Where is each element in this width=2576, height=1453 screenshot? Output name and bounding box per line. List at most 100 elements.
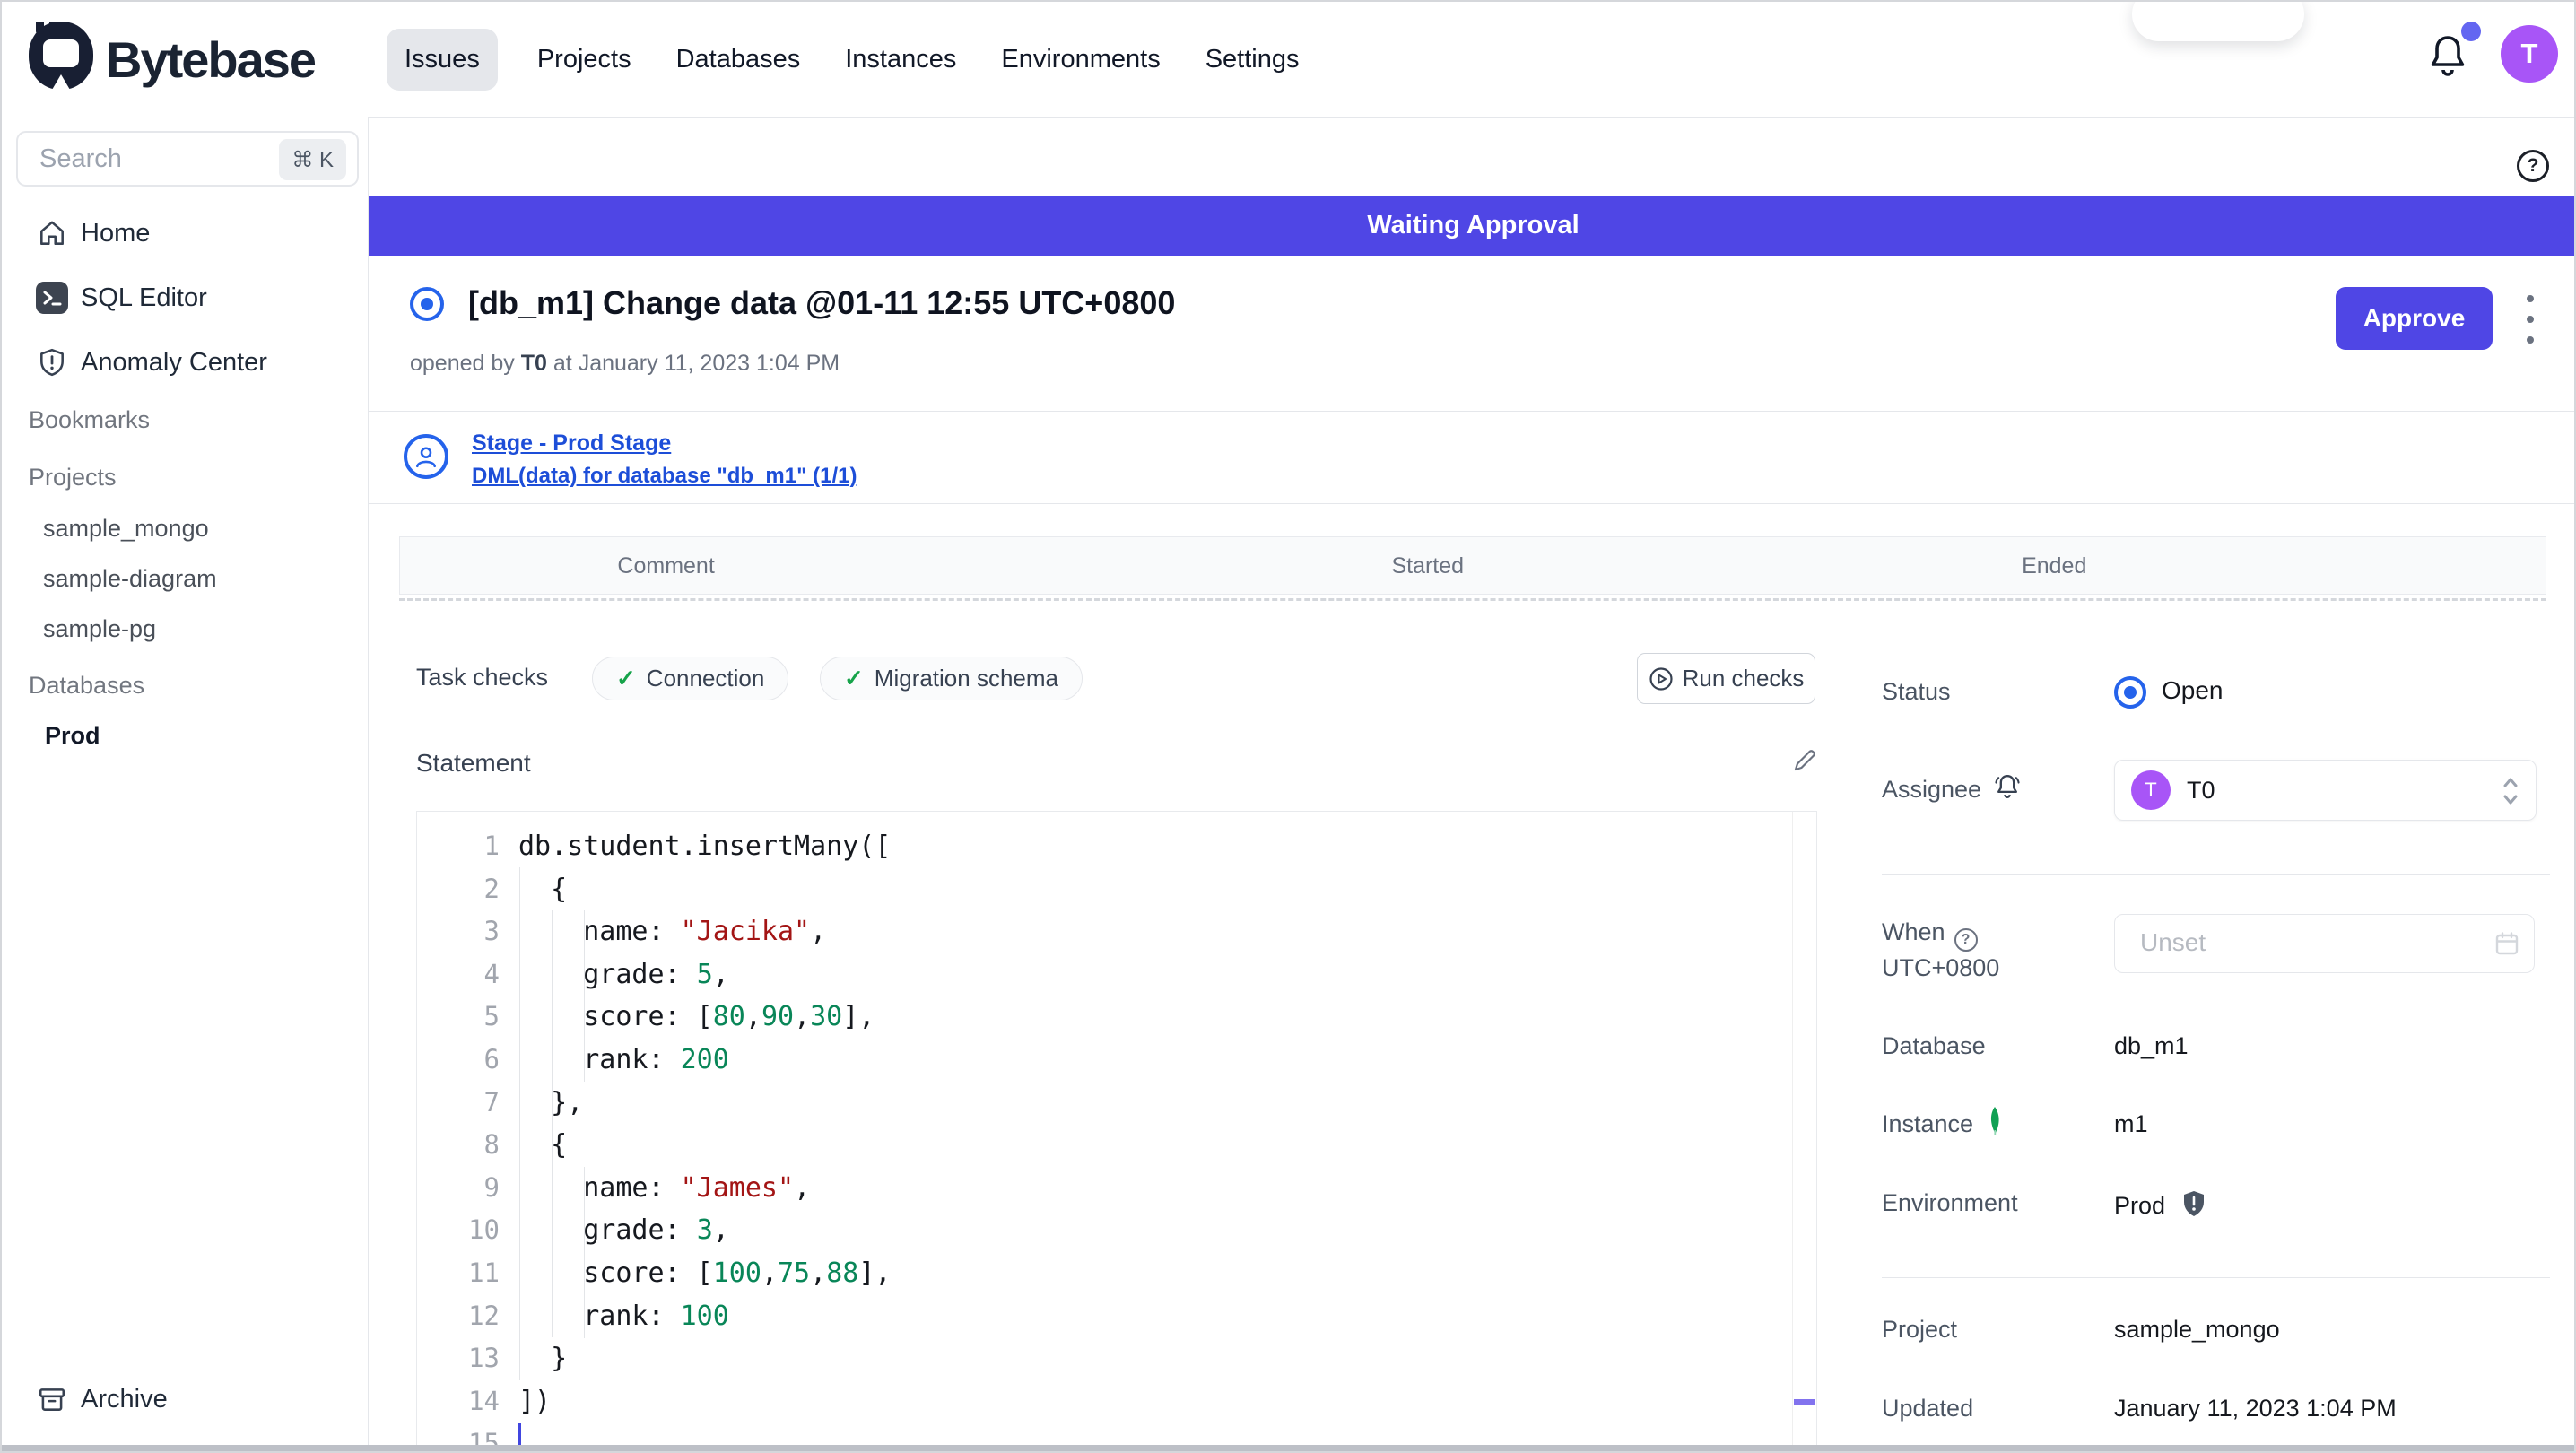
task-link[interactable]: DML(data) for database "db_m1" (1/1) xyxy=(472,464,857,489)
nav-tab-databases[interactable]: Databases xyxy=(671,45,806,74)
code-line: } xyxy=(518,1343,568,1375)
sidebar-item-home[interactable]: Home xyxy=(2,208,368,258)
play-circle-icon xyxy=(1649,666,1673,691)
task-detail-section: Task checks ✓ Connection ✓ Migration sch… xyxy=(369,631,1849,1451)
sidebar-section-bookmarks: Bookmarks xyxy=(29,406,151,433)
sidebar-project-sample-diagram[interactable]: sample-diagram xyxy=(43,565,217,593)
bytebase-logo-icon[interactable] xyxy=(29,22,93,90)
check-pill-connection[interactable]: ✓ Connection xyxy=(592,657,789,700)
database-label: Database xyxy=(1882,1032,1986,1059)
project-value[interactable]: sample_mongo xyxy=(2114,1316,2280,1344)
when-datetime-field[interactable] xyxy=(2114,914,2535,973)
sidebar-item-sql-editor[interactable]: SQL Editor xyxy=(2,273,368,323)
stage-person-icon xyxy=(404,434,448,479)
code-line: }, xyxy=(518,1086,584,1118)
line-number: 10 xyxy=(468,1214,500,1246)
search-input[interactable] xyxy=(39,144,282,174)
updated-value: January 11, 2023 1:04 PM xyxy=(2114,1395,2397,1422)
help-icon[interactable]: ? xyxy=(2517,150,2549,182)
line-number: 6 xyxy=(483,1043,500,1075)
protected-shield-icon xyxy=(2181,1189,2206,1224)
issue-author: T0 xyxy=(520,351,547,376)
nav-tab-projects[interactable]: Projects xyxy=(532,45,637,74)
sql-editor-icon xyxy=(36,282,68,314)
code-line: { xyxy=(518,1129,568,1162)
assignee-avatar: T xyxy=(2131,770,2171,810)
code-line: rank: 100 xyxy=(518,1300,729,1332)
code-line: ]) xyxy=(518,1385,552,1417)
assignee-select[interactable]: T T0 xyxy=(2114,760,2537,821)
cursor-position-mark xyxy=(1794,1399,1815,1405)
app-header: Bytebase Issues Projects Databases Insta… xyxy=(2,2,2574,117)
code-line: name: "James", xyxy=(518,1171,811,1204)
mongodb-leaf-icon xyxy=(1986,1105,2004,1142)
statement-editor[interactable]: 1 2 3 4 5 6 7 8 9 10 11 12 13 14 15 db.student.insertM… xyxy=(416,811,1817,1451)
assignee-value: T0 xyxy=(2187,776,2215,804)
indent-guide xyxy=(552,910,553,1337)
sidebar-database-prod[interactable]: Prod xyxy=(45,722,100,750)
code-line: grade: 3, xyxy=(518,1214,729,1247)
status-open-icon xyxy=(2114,676,2146,709)
issue-title: [db_m1] Change data @01-11 12:55 UTC+080… xyxy=(468,284,1176,321)
instance-value[interactable]: m1 xyxy=(2114,1110,2148,1138)
kebab-menu-icon[interactable] xyxy=(2521,295,2539,344)
database-value[interactable]: db_m1 xyxy=(2114,1032,2189,1060)
check-pill-migration-schema[interactable]: ✓ Migration schema xyxy=(820,657,1083,700)
indent-guide xyxy=(519,867,520,1380)
code-line: db.student.insertMany([ xyxy=(518,831,892,862)
status-banner: Waiting Approval xyxy=(369,196,2574,256)
issue-subtitle: opened by T0 at January 11, 2023 1:04 PM xyxy=(410,351,840,376)
environment-label: Environment xyxy=(1882,1189,2018,1216)
anomaly-shield-icon xyxy=(36,346,68,378)
check-success-icon: ✓ xyxy=(844,665,864,692)
issue-sidebar-panel: Status Open Assignee T T0 When? UTC+0800 xyxy=(1849,631,2574,1451)
editor-code: db.student.insertMany([ { name: "Jacika"… xyxy=(518,825,892,1451)
table-empty-dashed-border xyxy=(399,598,2546,601)
chevron-up-down-icon xyxy=(2500,773,2521,814)
code-line: score: [100,75,88], xyxy=(518,1257,892,1289)
run-checks-button[interactable]: Run checks xyxy=(1637,653,1815,704)
sidebar-item-archive[interactable]: Archive xyxy=(2,1374,368,1424)
search-shortcut-badge: ⌘ K xyxy=(279,139,346,180)
notification-bell-icon[interactable] xyxy=(2426,22,2481,86)
editor-overview-ruler[interactable] xyxy=(1792,812,1816,1451)
editor-gutter: 1 2 3 4 5 6 7 8 9 10 11 12 13 14 15 xyxy=(417,825,500,1451)
column-started: Started xyxy=(1391,553,1465,579)
brand-wordmark[interactable]: Bytebase xyxy=(106,30,317,89)
indent-guide xyxy=(584,910,585,1082)
sidebar: ⌘ K Home SQL Editor Anomaly Center Bookm… xyxy=(2,117,369,1451)
code-line: { xyxy=(518,873,568,905)
statement-label: Statement xyxy=(416,749,531,777)
divider xyxy=(369,503,2574,504)
assignee-label: Assignee xyxy=(1882,776,1982,803)
nav-tab-instances[interactable]: Instances xyxy=(840,45,962,74)
stage-link[interactable]: Stage - Prod Stage xyxy=(472,431,671,457)
divider xyxy=(369,411,2574,412)
when-help-icon[interactable]: ? xyxy=(1954,928,1978,952)
sidebar-project-sample-pg[interactable]: sample-pg xyxy=(43,615,156,643)
line-number: 4 xyxy=(483,958,500,989)
line-number: 11 xyxy=(468,1257,500,1288)
ghost-highlight-pill xyxy=(2132,2,2304,41)
instance-label: Instance xyxy=(1882,1110,1974,1137)
environment-value[interactable]: Prod xyxy=(2114,1189,2206,1224)
approve-button[interactable]: Approve xyxy=(2336,287,2493,350)
nav-tab-settings[interactable]: Settings xyxy=(1200,45,1305,74)
sidebar-item-anomaly-center[interactable]: Anomaly Center xyxy=(2,337,368,387)
check-success-icon: ✓ xyxy=(616,665,636,692)
user-avatar[interactable]: T xyxy=(2501,25,2558,83)
when-input[interactable] xyxy=(2140,928,2445,957)
panel-divider xyxy=(1882,874,2550,875)
status-label: Status xyxy=(1882,678,1951,705)
line-number: 5 xyxy=(483,1001,500,1032)
sidebar-project-sample-mongo[interactable]: sample_mongo xyxy=(43,515,209,543)
line-number: 14 xyxy=(468,1385,500,1416)
indent-guide xyxy=(584,1167,585,1338)
nav-tab-issues[interactable]: Issues xyxy=(387,29,498,91)
nav-tab-environments[interactable]: Environments xyxy=(996,45,1165,74)
search-box[interactable]: ⌘ K xyxy=(16,131,359,187)
home-icon xyxy=(36,217,68,249)
updated-label: Updated xyxy=(1882,1395,1974,1422)
app-window: Bytebase Issues Projects Databases Insta… xyxy=(0,0,2576,1453)
edit-pencil-icon[interactable] xyxy=(1790,746,1819,775)
